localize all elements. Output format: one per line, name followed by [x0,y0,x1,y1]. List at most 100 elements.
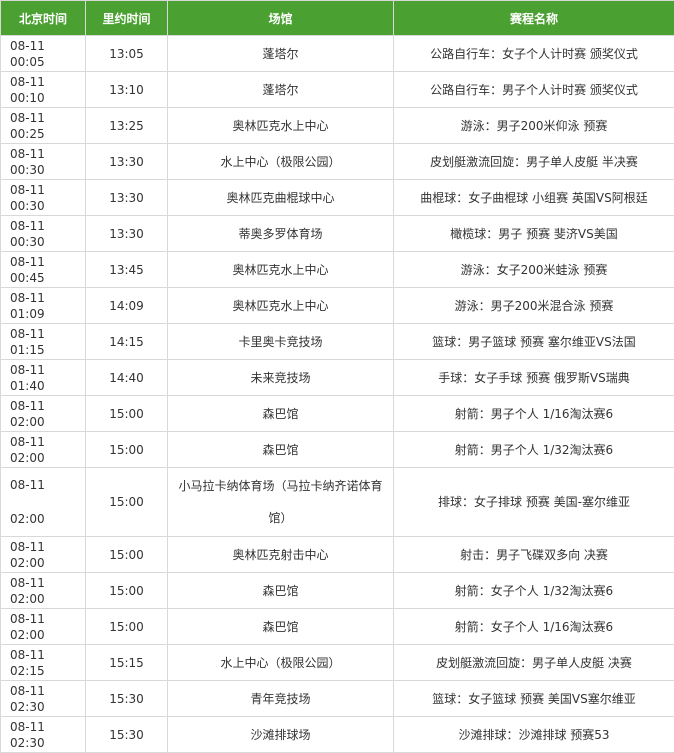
cell-venue: 奥林匹克射击中心 [168,537,394,573]
table-row: 08-11 00:3013:30水上中心（极限公园）皮划艇激流回旋：男子单人皮艇… [1,144,674,180]
cell-event-name: 排球：女子排球 预赛 美国-塞尔维亚 [394,468,674,537]
cell-beijing-time: 08-11 00:30 [1,180,86,216]
cell-rio-time: 15:30 [86,681,168,717]
cell-event-name: 射箭：男子个人 1/32淘汰赛6 [394,432,674,468]
table-row: 08-11 00:3013:30蒂奥多罗体育场橄榄球：男子 预赛 斐济VS美国 [1,216,674,252]
cell-rio-time: 15:30 [86,717,168,753]
table-row: 08-11 00:3013:30奥林匹克曲棍球中心曲棍球：女子曲棍球 小组赛 英… [1,180,674,216]
cell-event-name: 皮划艇激流回旋：男子单人皮艇 半决赛 [394,144,674,180]
cell-venue: 水上中心（极限公园） [168,144,394,180]
cell-beijing-time: 08-11 01:09 [1,288,86,324]
cell-rio-time: 15:00 [86,537,168,573]
cell-rio-time: 14:40 [86,360,168,396]
cell-rio-time: 13:05 [86,36,168,72]
cell-beijing-time: 08-11 02:00 [1,537,86,573]
cell-event-name: 手球：女子手球 预赛 俄罗斯VS瑞典 [394,360,674,396]
table-row: 08-11 01:0914:09奥林匹克水上中心游泳：男子200米混合泳 预赛 [1,288,674,324]
cell-beijing-time: 08-11 00:25 [1,108,86,144]
cell-rio-time: 13:25 [86,108,168,144]
cell-venue: 森巴馆 [168,432,394,468]
cell-venue: 青年竞技场 [168,681,394,717]
cell-venue: 沙滩排球场 [168,717,394,753]
cell-beijing-time: 08-11 01:40 [1,360,86,396]
cell-event-name: 曲棍球：女子曲棍球 小组赛 英国VS阿根廷 [394,180,674,216]
table-row: 08-11 01:4014:40未来竞技场手球：女子手球 预赛 俄罗斯VS瑞典 [1,360,674,396]
table-row: 08-11 02:1515:15水上中心（极限公园）皮划艇激流回旋：男子单人皮艇… [1,645,674,681]
header-rio-time: 里约时间 [86,1,168,36]
cell-venue: 奥林匹克水上中心 [168,288,394,324]
cell-venue: 水上中心（极限公园） [168,645,394,681]
cell-beijing-time: 08-11 02:00 [1,609,86,645]
cell-event-name: 公路自行车：女子个人计时赛 颁奖仪式 [394,36,674,72]
cell-rio-time: 14:15 [86,324,168,360]
cell-rio-time: 15:00 [86,432,168,468]
cell-venue: 奥林匹克曲棍球中心 [168,180,394,216]
schedule-table: 北京时间 里约时间 场馆 赛程名称 08-11 00:0513:05蓬塔尔公路自… [0,0,674,753]
cell-event-name: 射箭：男子个人 1/16淘汰赛6 [394,396,674,432]
cell-event-name: 游泳：女子200米蛙泳 预赛 [394,252,674,288]
cell-beijing-time: 08-11 00:30 [1,216,86,252]
cell-beijing-time: 08-11 02:15 [1,645,86,681]
cell-beijing-time: 08-11 02:30 [1,717,86,753]
cell-beijing-time: 08-11 02:30 [1,681,86,717]
cell-rio-time: 15:00 [86,573,168,609]
cell-rio-time: 13:10 [86,72,168,108]
header-venue: 场馆 [168,1,394,36]
table-row: 08-11 02:3015:30青年竞技场篮球：女子篮球 预赛 美国VS塞尔维亚 [1,681,674,717]
cell-event-name: 射箭：女子个人 1/32淘汰赛6 [394,573,674,609]
cell-rio-time: 13:45 [86,252,168,288]
cell-event-name: 公路自行车：男子个人计时赛 颁奖仪式 [394,72,674,108]
cell-rio-time: 15:00 [86,609,168,645]
cell-beijing-time: 08-11 02:00 [1,432,86,468]
cell-event-name: 沙滩排球：沙滩排球 预赛53 [394,717,674,753]
cell-venue: 蓬塔尔 [168,72,394,108]
cell-venue: 蓬塔尔 [168,36,394,72]
cell-event-name: 皮划艇激流回旋：男子单人皮艇 决赛 [394,645,674,681]
table-row: 08-11 01:1514:15卡里奥卡竞技场篮球：男子篮球 预赛 塞尔维亚VS… [1,324,674,360]
cell-venue: 森巴馆 [168,573,394,609]
cell-beijing-time: 08-11 00:45 [1,252,86,288]
cell-beijing-time: 08-11 02:00 [1,573,86,609]
table-header-row: 北京时间 里约时间 场馆 赛程名称 [1,1,674,36]
cell-beijing-time: 08-11 00:05 [1,36,86,72]
cell-venue: 奥林匹克水上中心 [168,252,394,288]
cell-rio-time: 15:00 [86,468,168,537]
header-beijing-time: 北京时间 [1,1,86,36]
cell-rio-time: 13:30 [86,144,168,180]
table-row: 08-11 00:0513:05蓬塔尔公路自行车：女子个人计时赛 颁奖仪式 [1,36,674,72]
table-row: 08-11 02:0015:00奥林匹克射击中心射击：男子飞碟双多向 决赛 [1,537,674,573]
table-row: 08-11 02:0015:00森巴馆射箭：女子个人 1/16淘汰赛6 [1,609,674,645]
table-row: 08-11 02:0015:00森巴馆射箭：男子个人 1/32淘汰赛6 [1,432,674,468]
cell-venue: 卡里奥卡竞技场 [168,324,394,360]
table-row: 08-11 00:1013:10蓬塔尔公路自行车：男子个人计时赛 颁奖仪式 [1,72,674,108]
cell-beijing-time: 08-11 00:30 [1,144,86,180]
cell-venue: 蒂奥多罗体育场 [168,216,394,252]
cell-event-name: 射箭：女子个人 1/16淘汰赛6 [394,609,674,645]
cell-venue: 未来竞技场 [168,360,394,396]
table-row: 08-11 02:0015:00森巴馆射箭：女子个人 1/32淘汰赛6 [1,573,674,609]
cell-event-name: 橄榄球：男子 预赛 斐济VS美国 [394,216,674,252]
header-event-name: 赛程名称 [394,1,674,36]
cell-venue: 奥林匹克水上中心 [168,108,394,144]
cell-rio-time: 15:00 [86,396,168,432]
cell-beijing-time: 08-11 00:10 [1,72,86,108]
cell-rio-time: 14:09 [86,288,168,324]
cell-venue: 森巴馆 [168,396,394,432]
cell-event-name: 游泳：男子200米仰泳 预赛 [394,108,674,144]
table-row: 08-11 00:2513:25奥林匹克水上中心游泳：男子200米仰泳 预赛 [1,108,674,144]
table-row: 08-11 02:0015:00小马拉卡纳体育场（马拉卡纳齐诺体育馆）排球：女子… [1,468,674,537]
cell-beijing-time: 08-11 02:00 [1,396,86,432]
cell-event-name: 篮球：男子篮球 预赛 塞尔维亚VS法国 [394,324,674,360]
table-row: 08-11 02:0015:00森巴馆射箭：男子个人 1/16淘汰赛6 [1,396,674,432]
cell-rio-time: 13:30 [86,180,168,216]
cell-event-name: 游泳：男子200米混合泳 预赛 [394,288,674,324]
cell-rio-time: 13:30 [86,216,168,252]
cell-venue: 森巴馆 [168,609,394,645]
cell-rio-time: 15:15 [86,645,168,681]
cell-venue: 小马拉卡纳体育场（马拉卡纳齐诺体育馆） [168,468,394,537]
table-row: 08-11 00:4513:45奥林匹克水上中心游泳：女子200米蛙泳 预赛 [1,252,674,288]
cell-beijing-time: 08-11 01:15 [1,324,86,360]
cell-beijing-time: 08-11 02:00 [1,468,86,537]
table-row: 08-11 02:3015:30沙滩排球场沙滩排球：沙滩排球 预赛53 [1,717,674,753]
cell-event-name: 篮球：女子篮球 预赛 美国VS塞尔维亚 [394,681,674,717]
